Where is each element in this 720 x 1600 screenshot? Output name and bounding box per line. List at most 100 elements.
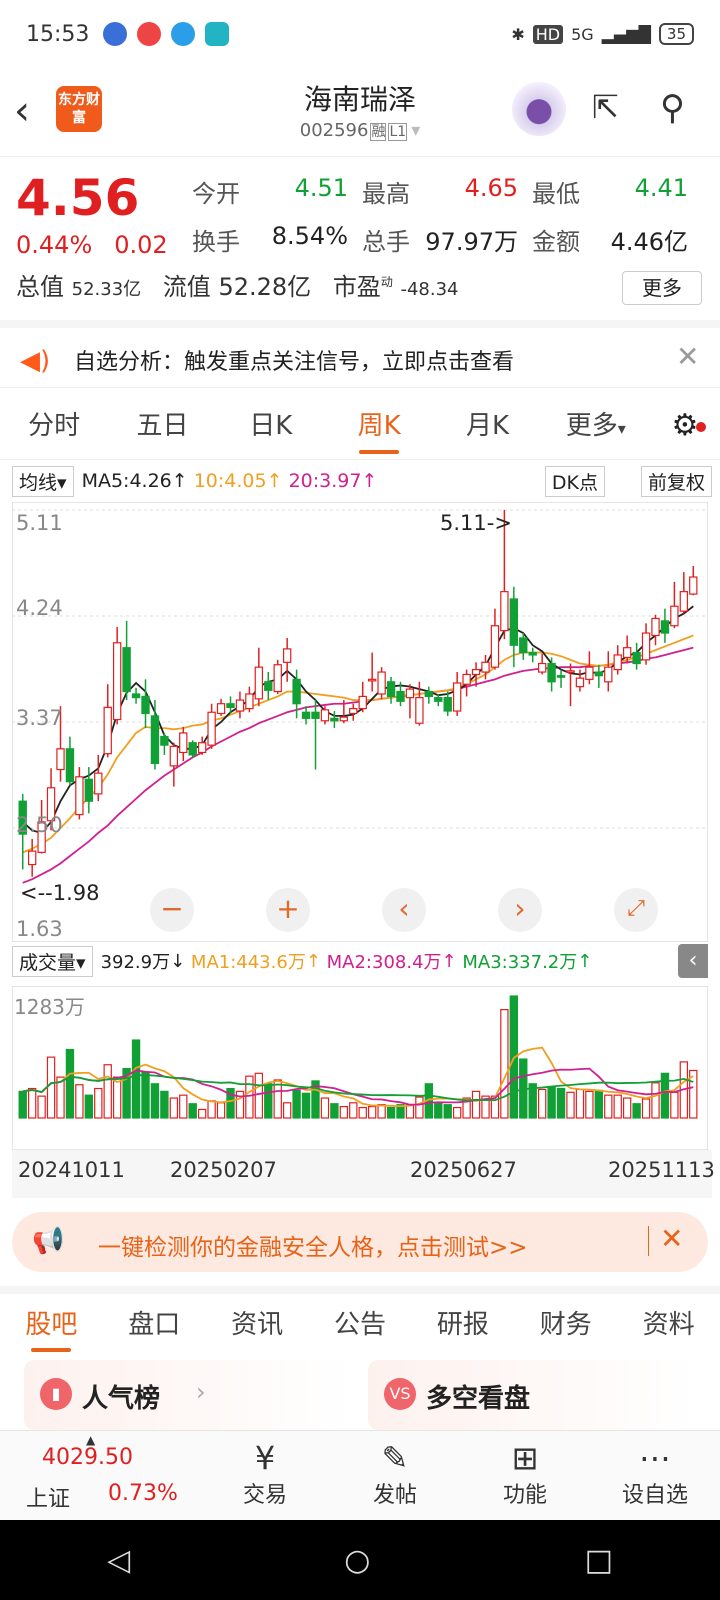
app-logo[interactable]: 东方财富: [56, 86, 102, 132]
candle-body: [94, 772, 103, 795]
tab-daily-k[interactable]: 日K: [217, 392, 325, 460]
volume-bar: [575, 1088, 585, 1119]
candle-body: [349, 707, 358, 715]
zoom-out-button[interactable]: −: [150, 888, 194, 932]
volume-chart[interactable]: 1283万: [12, 986, 708, 1150]
nav-functions[interactable]: ⊞ 功能: [460, 1431, 590, 1520]
volume-bar: [207, 1100, 216, 1119]
gear-icon[interactable]: ⚙: [650, 408, 720, 443]
tab-announcements[interactable]: 公告: [309, 1294, 412, 1356]
period-tabs: 分时 五日 日K 周K 月K 更多▾ ⚙: [0, 392, 720, 460]
ma5-value: MA5:4.26: [81, 470, 172, 492]
float-value: 52.28亿: [218, 273, 312, 301]
notice-bar[interactable]: ◀) 自选分析：触发重点关注信号，立即点击查看 ✕: [0, 320, 720, 388]
paw-app-icon: [103, 22, 128, 46]
nav-label: 设自选: [621, 1483, 688, 1508]
y-tick-label: 3.37: [16, 706, 63, 730]
low-value: 4.41: [634, 173, 688, 202]
more-quote-button[interactable]: 更多: [622, 271, 702, 305]
candle-body: [367, 678, 377, 682]
volume-bar: [349, 1102, 358, 1119]
megaphone-icon: 📢: [32, 1226, 65, 1256]
candle-body: [358, 695, 367, 710]
zoom-in-button[interactable]: +: [266, 888, 310, 932]
home-circle-icon[interactable]: ○: [344, 1543, 370, 1578]
volume-label: 总手: [362, 227, 410, 256]
tab-research[interactable]: 研报: [411, 1294, 514, 1356]
candle-body: [528, 651, 537, 656]
volume-bar: [367, 1105, 377, 1119]
index-ticker[interactable]: ▲ 4029.50 上证 0.73%: [0, 1431, 200, 1520]
volume-bar: [641, 1098, 651, 1119]
tab-guba[interactable]: 股吧: [0, 1294, 103, 1356]
tab-five-day[interactable]: 五日: [108, 392, 216, 460]
chevron-down-icon: ▾: [411, 120, 421, 141]
tab-news[interactable]: 资讯: [206, 1294, 309, 1356]
nav-trade[interactable]: ¥ 交易: [200, 1431, 330, 1520]
volume-bar: [245, 1075, 254, 1119]
volume-bar: [330, 1103, 339, 1119]
ranking-icon: ▮: [40, 1378, 72, 1410]
candle-body: [632, 651, 641, 665]
candle-body: [679, 591, 689, 612]
pe-value: -48.34: [400, 279, 459, 300]
tab-monthly-k[interactable]: 月K: [433, 392, 541, 460]
ma20-value: 20:3.97: [288, 470, 362, 492]
tab-weekly-k[interactable]: 周K: [325, 392, 433, 460]
volume-bar: [179, 1094, 188, 1119]
pe-sup: 动: [380, 275, 393, 289]
volume-bar: [197, 1108, 207, 1119]
candle-body: [424, 690, 434, 698]
popularity-card[interactable]: ▮ 人气榜 ›: [24, 1360, 352, 1430]
quote-grid: 今开 4.51 最高 4.65 最低 4.41 换手 8.54% 总手 97.97万 金额…: [192, 167, 702, 263]
candle-body: [150, 715, 160, 765]
tab-intraday[interactable]: 分时: [0, 392, 108, 460]
candle-body: [641, 632, 651, 661]
indicator-select[interactable]: 均线▾: [12, 465, 74, 497]
volume-bar: [452, 1106, 462, 1119]
price-change: 0.44% 0.02: [16, 231, 190, 259]
volume-legend: 成交量▾ 392.9万 ↓ MA1:443.6万 ↑ MA2:308.4万 ↑ MA3…: [12, 945, 712, 977]
tab-more[interactable]: 更多▾: [542, 392, 650, 460]
close-icon[interactable]: ✕: [660, 1222, 683, 1255]
volume-bar: [585, 1090, 594, 1119]
bull-bear-card[interactable]: VS 多空看盘: [368, 1360, 696, 1430]
volume-indicator-select[interactable]: 成交量▾: [12, 945, 93, 977]
dk-button[interactable]: DK点: [544, 465, 605, 497]
scroll-right-button[interactable]: ›: [498, 888, 542, 932]
back-triangle-icon[interactable]: ◁: [107, 1543, 130, 1578]
volume-bar: [415, 1096, 424, 1119]
candle-body: [452, 682, 462, 712]
nav-post[interactable]: ✎ 发帖: [330, 1431, 460, 1520]
vol-ma1: MA1:443.6万: [190, 952, 306, 973]
tab-finance[interactable]: 财务: [514, 1294, 617, 1356]
vol-ma3: MA3:337.2万: [462, 952, 578, 973]
recents-square-icon[interactable]: □: [585, 1543, 613, 1578]
tab-pankou[interactable]: 盘口: [103, 1294, 206, 1356]
fullscreen-icon[interactable]: ⤢: [614, 888, 658, 932]
back-button[interactable]: ‹: [14, 88, 30, 134]
candlestick-chart[interactable]: 5.11 4.24 3.37 2.50 1.63 5.11-> <--1.98: [12, 502, 708, 942]
ai-assistant-icon[interactable]: [512, 82, 566, 136]
volume-bar: [150, 1083, 160, 1119]
candle-body: [235, 699, 245, 712]
candle-body: [282, 648, 292, 663]
candle-body: [207, 711, 216, 746]
tab-profile[interactable]: 资料: [617, 1294, 720, 1356]
candle-body: [396, 690, 405, 702]
search-icon[interactable]: ⚲: [660, 88, 685, 128]
volume-bar: [254, 1072, 264, 1119]
scroll-left-button[interactable]: ‹: [382, 888, 426, 932]
nav-label: 发帖: [372, 1483, 417, 1508]
nav-add-watchlist[interactable]: ⋯ 设自选: [590, 1431, 720, 1520]
promo-banner[interactable]: 📢 一键检测你的金融安全人格，点击测试>> ✕: [12, 1212, 708, 1272]
candle-body: [226, 703, 235, 708]
candle-body: [689, 576, 698, 595]
share-icon[interactable]: ⇱: [592, 88, 619, 126]
change-percent: 0.44%: [16, 231, 93, 259]
adjust-button[interactable]: 前复权: [640, 465, 712, 497]
close-icon[interactable]: ✕: [676, 340, 699, 373]
collapse-panel-button[interactable]: ‹: [678, 944, 708, 978]
speaker-icon: ◀): [20, 346, 51, 376]
candle-body: [339, 716, 349, 722]
